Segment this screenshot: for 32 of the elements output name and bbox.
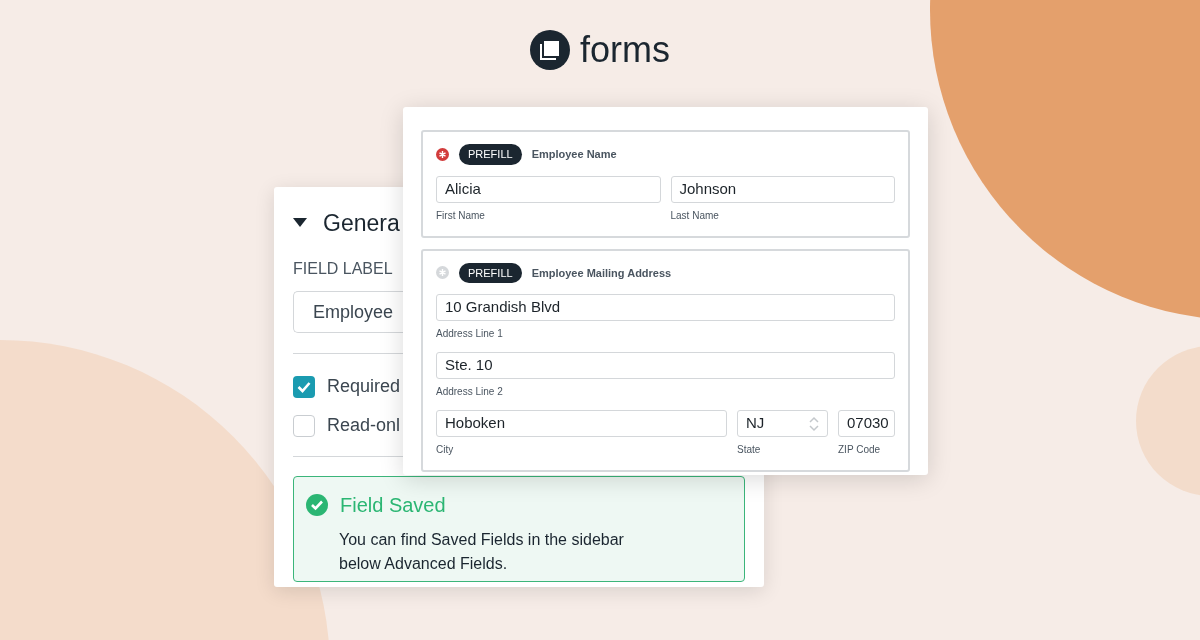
checkbox[interactable] — [293, 375, 315, 398]
prefill-badge: PREFILL — [459, 144, 522, 165]
input-field[interactable]: Hoboken — [436, 410, 727, 437]
field-caption: Address Line 2 — [436, 385, 504, 399]
field-caption: Address Line 1 — [436, 327, 504, 341]
group-title: Employee Name — [531, 147, 617, 162]
caret-down-icon[interactable] — [293, 218, 307, 228]
check-circle-icon — [305, 493, 329, 517]
toast-title: Field Saved — [340, 493, 446, 518]
input-field[interactable]: 10 Grandish Blvd — [436, 294, 895, 321]
checkbox-label: Required — [327, 375, 401, 398]
state-select[interactable]: NJ — [737, 410, 828, 437]
group-title: Employee Mailing Address — [531, 265, 672, 281]
section-title: Genera — [323, 208, 400, 238]
checkbox-label: Read-onl — [327, 414, 401, 437]
field-label-heading: FIELD LABEL — [293, 259, 393, 279]
input-field[interactable]: Alicia — [436, 175, 661, 203]
logo-icon — [530, 30, 570, 70]
stepper-icon — [809, 415, 819, 432]
field-caption: ZIP Code — [838, 443, 882, 457]
checkbox[interactable] — [293, 414, 315, 437]
field-caption: State — [737, 443, 762, 457]
input-field[interactable]: Ste. 10 — [436, 352, 895, 379]
prefill-badge: PREFILL — [459, 262, 522, 283]
field-caption: Last Name — [670, 208, 720, 223]
toast-message: You can find Saved Fields in the sidebar below Advanced Fields. — [339, 530, 625, 574]
field-caption: City — [436, 443, 455, 457]
check-icon — [297, 380, 311, 393]
input-field[interactable]: Johnson — [670, 175, 895, 203]
input-field[interactable]: 07030 — [838, 410, 895, 437]
logo-text: forms — [580, 32, 670, 68]
field-caption: First Name — [436, 208, 486, 223]
